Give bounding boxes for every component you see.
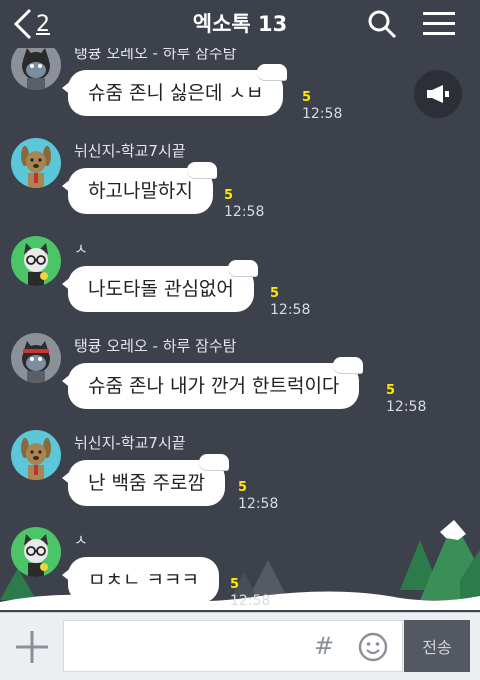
message-time: 12:58 — [270, 302, 311, 318]
unread-count: 5 — [238, 480, 248, 495]
message-bubble[interactable]: 슈줌 존나 내가 깐거 한트럭이다 — [61, 357, 364, 409]
search-icon — [368, 10, 397, 39]
sender-name: 뉘신지-학교7시끝 — [74, 142, 186, 160]
message-text: ㅁㅊㄴ ㅋㅋㅋ — [88, 569, 199, 591]
sender-name: 탱큥 오레오 - 하루 잠수탐 — [74, 337, 237, 355]
message-bubble[interactable]: 슈줌 존니 싫은데 ㅅㅂ — [61, 64, 288, 116]
send-button[interactable]: 전송 — [404, 620, 470, 672]
glasses-cat-avatar-icon — [11, 236, 61, 286]
message-time: 12:58 — [224, 204, 265, 220]
snow-decoration — [333, 357, 364, 373]
message: ㅅ ㅁㅊㄴ ㅋㅋㅋ 5 12:58 — [0, 527, 480, 610]
plus-icon — [16, 631, 48, 663]
message-time: 12:58 — [386, 399, 427, 415]
input-bar: # 전송 — [0, 612, 480, 680]
message-meta: 5 12:58 — [238, 480, 278, 512]
message: 뉘신지-학교7시끝 난 백줌 주로깜 5 12:58 — [0, 430, 480, 526]
message-meta: 5 12:58 — [386, 383, 426, 415]
dog-avatar-icon — [11, 138, 61, 188]
unread-count: 5 — [386, 383, 396, 398]
message-meta: 5 12:58 — [224, 188, 264, 220]
message-text: 하고나말하지 — [88, 180, 193, 202]
avatar[interactable] — [11, 236, 61, 286]
avatar[interactable] — [11, 333, 61, 383]
message-text: 나도타돌 관심없어 — [88, 278, 234, 300]
snow-decoration — [186, 162, 217, 178]
message-text: 슈줌 존나 내가 깐거 한트럭이다 — [88, 375, 340, 397]
attach-button[interactable] — [12, 627, 52, 667]
message-input[interactable]: # — [63, 620, 403, 672]
notice-button[interactable] — [414, 70, 462, 118]
sender-name: ㅅ — [74, 531, 88, 549]
avatar[interactable] — [11, 527, 61, 577]
message-bubble[interactable]: 하고나말하지 — [62, 162, 217, 214]
message-meta: 5 12:58 — [270, 286, 310, 318]
message: 탱큥 오레오 - 하루 잠수탐 슈줌 존나 내가 깐거 한트럭이다 5 12:5… — [0, 333, 480, 429]
chat-area: 탱큥 오레오 - 하루 잠수탐 슈줌 존니 싫은데 ㅅㅂ 5 12:58 뉘신지… — [0, 0, 480, 610]
unread-count: 5 — [224, 188, 234, 203]
sender-name: 뉘신지-학교7시끝 — [74, 434, 186, 452]
menu-button[interactable] — [421, 6, 457, 42]
avatar[interactable] — [11, 430, 61, 480]
message-bubble[interactable]: 난 백줌 주로깜 — [62, 454, 229, 506]
message-time: 12:58 — [302, 106, 343, 122]
search-button[interactable] — [364, 6, 400, 42]
message-text: 난 백줌 주로깜 — [88, 472, 205, 494]
message-bubble[interactable]: ㅁㅊㄴ ㅋㅋㅋ — [62, 557, 219, 603]
hamburger-menu-icon — [423, 12, 455, 35]
dog-avatar-icon — [11, 430, 61, 480]
snow-decoration — [257, 64, 288, 80]
unread-count: 5 — [302, 90, 312, 105]
message: 탱큥 오레오 - 하루 잠수탐 슈줌 존니 싫은데 ㅅㅂ 5 12:58 — [0, 40, 480, 136]
hashtag-button[interactable]: # — [314, 632, 334, 660]
message-meta: 5 12:58 — [302, 90, 342, 122]
avatar[interactable] — [11, 138, 61, 188]
sender-name: ㅅ — [74, 240, 88, 258]
message-bubble[interactable]: 나도타돌 관심없어 — [62, 260, 258, 312]
message-time: 12:58 — [238, 496, 279, 512]
message: 뉘신지-학교7시끝 하고나말하지 5 12:58 — [0, 138, 480, 234]
message-time: 12:58 — [230, 593, 271, 609]
snow-decoration — [198, 454, 229, 470]
message: ㅅ 나도타돌 관심없어 5 12:58 — [0, 236, 480, 332]
page-title: 엑소톡 13 — [192, 12, 288, 36]
message-meta: 5 12:58 — [230, 577, 270, 609]
unread-count: 5 — [270, 286, 280, 301]
unread-count: 5 — [230, 577, 240, 592]
header: 2 엑소톡 13 — [0, 0, 480, 48]
megaphone-icon — [427, 85, 449, 103]
snow-decoration — [227, 260, 258, 276]
emoticon-icon[interactable] — [357, 631, 389, 663]
message-text: 슈줌 존니 싫은데 ㅅㅂ — [88, 82, 264, 104]
cat-avatar-icon — [11, 333, 61, 383]
glasses-cat-avatar-icon — [11, 527, 61, 577]
